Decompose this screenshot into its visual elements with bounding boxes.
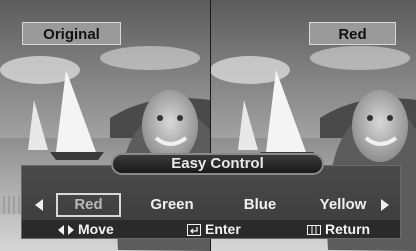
enter-hint-label: Enter bbox=[205, 221, 241, 237]
return-hint-label: Return bbox=[325, 221, 371, 237]
menu-return-icon bbox=[307, 225, 321, 236]
arrow-left-icon[interactable] bbox=[35, 199, 43, 211]
arrow-right-icon[interactable] bbox=[381, 199, 389, 211]
return-hint: Return bbox=[307, 220, 370, 238]
left-right-arrows-icon bbox=[58, 225, 74, 236]
option-blue[interactable]: Blue bbox=[236, 193, 284, 217]
red-preview-label: Red bbox=[309, 22, 396, 45]
option-red[interactable]: Red bbox=[56, 193, 121, 217]
enter-hint: Enter bbox=[187, 220, 241, 238]
menu-title: Easy Control bbox=[111, 153, 324, 175]
option-yellow[interactable]: Yellow bbox=[311, 193, 375, 217]
option-green[interactable]: Green bbox=[142, 193, 202, 217]
easy-control-menu: Red Green Blue Yellow Move Enter Return … bbox=[21, 153, 401, 239]
move-hint-label: Move bbox=[78, 221, 114, 237]
easy-control-panel: Red Green Blue Yellow Move Enter Return bbox=[21, 165, 401, 239]
tv-screen: Original Red Red Green Blue Yellow Move bbox=[0, 0, 416, 251]
hint-bar: Move Enter Return bbox=[22, 220, 400, 238]
enter-icon bbox=[187, 224, 201, 237]
move-hint: Move bbox=[58, 220, 114, 238]
original-label: Original bbox=[22, 22, 121, 45]
